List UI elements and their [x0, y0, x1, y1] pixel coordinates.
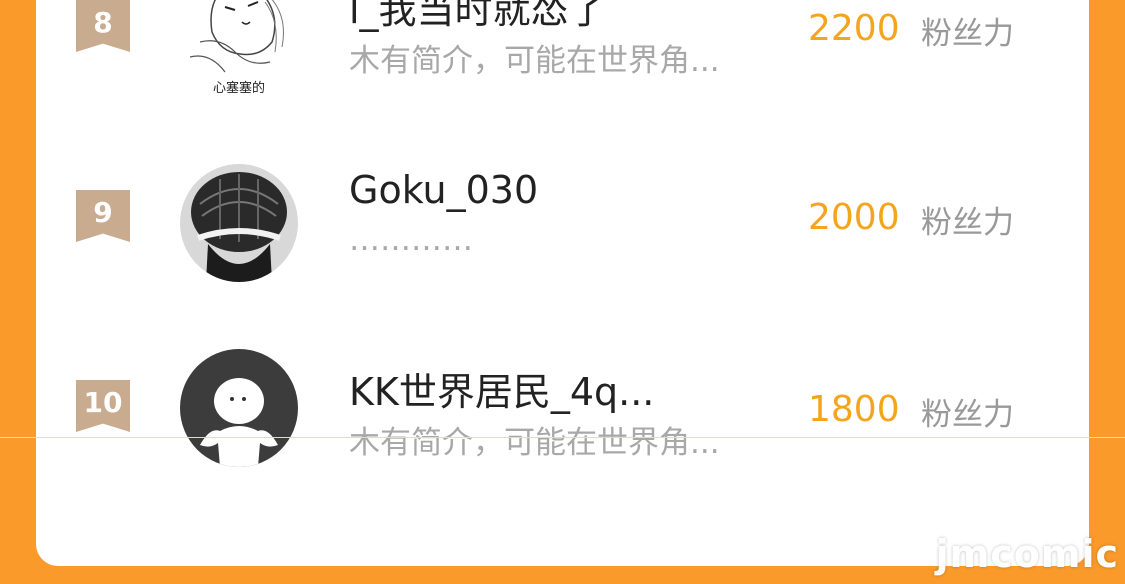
rank-badge: 8	[76, 0, 130, 52]
fans-value: 1800	[808, 389, 900, 430]
list-item[interactable]: 8 心塞塞的 l_我当时就怂了 木有简介，可能在世界角... 2200 粉丝力	[36, 0, 1089, 190]
rank-badge: 9	[76, 190, 130, 242]
avatar-caption: 心塞塞的	[213, 80, 265, 96]
divider-line	[0, 437, 1125, 438]
list-item[interactable]: 9 Goku_030 ………… 2000 粉丝力	[36, 164, 1089, 380]
watermark: jmcomic	[935, 532, 1119, 576]
username[interactable]: Goku_030	[349, 168, 538, 212]
username[interactable]: KK世界居民_4q...	[349, 361, 654, 416]
fans-label: 粉丝力	[921, 205, 1014, 241]
default-avatar-icon	[180, 349, 298, 467]
bio: 木有简介，可能在世界角...	[349, 425, 720, 461]
fans-label: 粉丝力	[921, 16, 1014, 52]
list-item[interactable]: 10 KK世界居民_4q... 木有简介，可能在世界角... 1800 粉丝力	[36, 349, 1089, 566]
avatar[interactable]	[180, 164, 298, 282]
sketch-avatar-icon: 心塞塞的	[180, 0, 298, 100]
avatar[interactable]: 心塞塞的	[180, 0, 298, 100]
username[interactable]: l_我当时就怂了	[349, 0, 607, 34]
ranking-card: 8 心塞塞的 l_我当时就怂了 木有简介，可能在世界角... 2200 粉丝力 …	[36, 0, 1089, 566]
photo-avatar-icon	[180, 164, 298, 282]
rank-badge: 10	[76, 380, 130, 432]
bio: 木有简介，可能在世界角...	[349, 43, 720, 79]
fans-value: 2000	[808, 197, 900, 238]
bio: …………	[349, 222, 473, 258]
avatar[interactable]	[180, 349, 298, 467]
fans-label: 粉丝力	[921, 397, 1014, 433]
fans-value: 2200	[808, 8, 900, 49]
